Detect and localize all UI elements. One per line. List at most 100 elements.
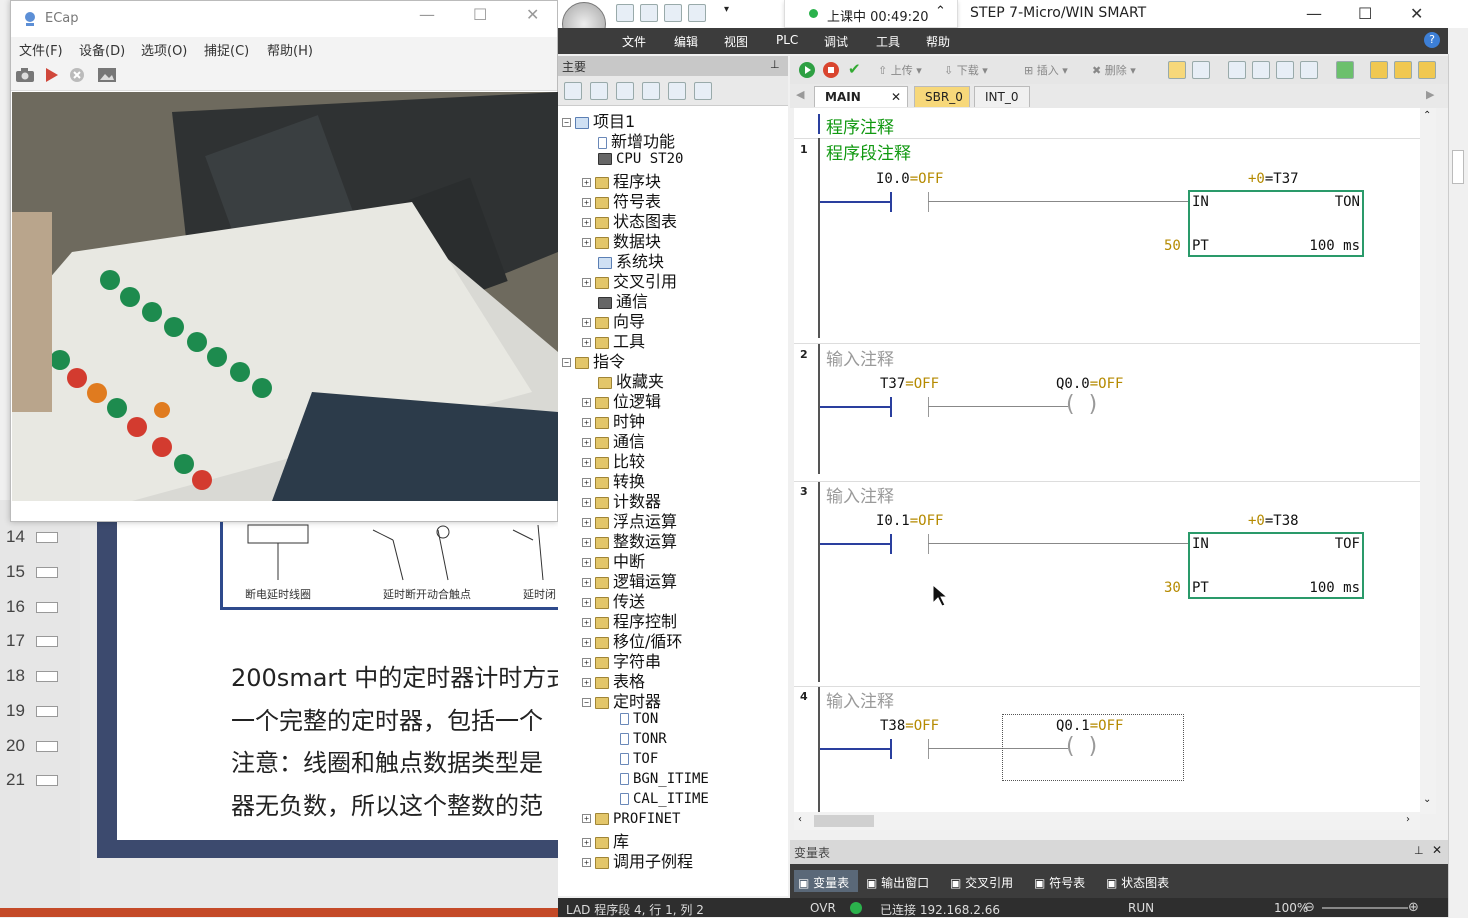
zoom-slider[interactable] bbox=[1322, 907, 1408, 909]
coil-operand[interactable]: Q0.1=OFF bbox=[1056, 718, 1123, 734]
tree-node[interactable]: + 数据块 bbox=[582, 228, 661, 251]
editor-vertical-scrollbar[interactable]: ⌃ ⌄ bbox=[1420, 108, 1436, 814]
toolbar-icon[interactable] bbox=[1418, 61, 1436, 79]
toolbar-icon[interactable] bbox=[1276, 61, 1294, 79]
ton-timer-box[interactable]: IN TON PT 100 ms bbox=[1188, 190, 1364, 257]
tree-node[interactable]: + 通信 bbox=[582, 428, 645, 451]
tree-tool-icon[interactable] bbox=[668, 82, 686, 100]
tree-tool-icon[interactable] bbox=[642, 82, 660, 100]
toolbar-icon[interactable] bbox=[1300, 61, 1318, 79]
slide-thumb[interactable]: 17 bbox=[6, 631, 58, 651]
contact-operand[interactable]: T37=OFF bbox=[880, 376, 939, 392]
tree-node[interactable]: + 向导 bbox=[582, 308, 645, 331]
slide-thumb[interactable]: 19 bbox=[6, 701, 58, 721]
insert-button[interactable]: ⊞ 插入 ▾ bbox=[1024, 62, 1068, 78]
timer-operand[interactable]: +0=T37 bbox=[1248, 171, 1299, 187]
menu-edit[interactable]: 编辑 bbox=[674, 33, 698, 50]
tree-node[interactable]: + 中断 bbox=[582, 548, 645, 571]
editor-horizontal-scrollbar[interactable]: ‹ › bbox=[794, 812, 1420, 830]
tree-node-project[interactable]: − 项目1 bbox=[562, 108, 635, 131]
tree-node[interactable]: + 字符串 bbox=[582, 648, 661, 671]
tree-node[interactable]: + 程序块 bbox=[582, 168, 661, 191]
tree-node[interactable]: 新增功能 bbox=[598, 128, 675, 151]
ladder-editor[interactable]: 程序注释 1 程序段注释 I0.0=OFF +0=T37 IN TON PT 1… bbox=[794, 108, 1420, 814]
tree-node[interactable]: 系统块 bbox=[598, 248, 664, 271]
close-icon[interactable]: ✕ bbox=[526, 5, 539, 24]
minimize-icon[interactable]: — bbox=[1306, 4, 1322, 23]
contact-operand[interactable]: I0.1=OFF bbox=[876, 513, 943, 529]
minimize-icon[interactable]: — bbox=[419, 5, 435, 24]
tab-symbol-table[interactable]: ▣ 符号表 bbox=[1034, 874, 1085, 891]
play-icon[interactable] bbox=[45, 67, 59, 83]
tree-node[interactable]: + 转换 bbox=[582, 468, 645, 491]
stop-icon[interactable] bbox=[822, 61, 840, 79]
tab-output-window[interactable]: ▣ 输出窗口 bbox=[866, 874, 929, 891]
tree-node[interactable]: + 交叉引用 bbox=[582, 268, 677, 291]
menu-options[interactable]: 选项(O) bbox=[141, 40, 187, 59]
scroll-up-icon[interactable]: ⌃ bbox=[1423, 110, 1431, 121]
toolbar-icon[interactable] bbox=[1252, 61, 1270, 79]
tab-cross-reference[interactable]: ▣ 交叉引用 bbox=[950, 874, 1013, 891]
new-file-icon[interactable] bbox=[616, 4, 634, 22]
compile-icon[interactable]: ✔ bbox=[848, 60, 861, 78]
tree-node[interactable]: + 传送 bbox=[582, 588, 645, 611]
scroll-left-icon[interactable]: ‹ bbox=[798, 814, 802, 825]
tree-node[interactable]: + 计数器 bbox=[582, 488, 661, 511]
coil-operand[interactable]: Q0.0=OFF bbox=[1056, 376, 1123, 392]
preset-value[interactable]: 30 bbox=[1164, 580, 1181, 596]
menu-file[interactable]: 文件(F) bbox=[19, 40, 63, 59]
network-comment[interactable]: 输入注释 bbox=[826, 687, 894, 712]
tree-tool-icon[interactable] bbox=[616, 82, 634, 100]
outer-scrollbar[interactable] bbox=[1448, 54, 1468, 917]
tree-leaf[interactable]: TON bbox=[620, 708, 658, 728]
ecap-titlebar[interactable]: ECap — ☐ ✕ bbox=[11, 1, 557, 37]
save-icon[interactable] bbox=[664, 4, 682, 22]
program-comment[interactable]: 程序注释 bbox=[826, 113, 894, 138]
delete-button[interactable]: ✖ 删除 ▾ bbox=[1092, 62, 1136, 78]
tree-leaf[interactable]: BGN_ITIME bbox=[620, 768, 709, 788]
stop-icon[interactable] bbox=[69, 67, 85, 83]
tab-variable-table[interactable]: ▣ 变量表 bbox=[798, 874, 849, 891]
slide-thumb[interactable]: 20 bbox=[6, 736, 58, 756]
zoom-in-icon[interactable]: ⊕ bbox=[1408, 900, 1419, 915]
tab-scroll-left-icon[interactable]: ◀ bbox=[796, 88, 804, 101]
scroll-thumb[interactable] bbox=[1452, 150, 1464, 184]
tree-node[interactable]: + 浮点运算 bbox=[582, 508, 677, 531]
tree-leaf[interactable]: CAL_ITIME bbox=[620, 788, 709, 808]
step7-titlebar[interactable]: ▾ 上课中 00:49:20 ⌃ STEP 7-Micro/WIN SMART … bbox=[558, 0, 1468, 46]
tree-node-instructions[interactable]: − 指令 bbox=[562, 348, 625, 371]
tree-node[interactable]: + 表格 bbox=[582, 668, 645, 691]
pin-icon[interactable]: ⊥ bbox=[770, 58, 780, 71]
chevron-up-icon[interactable]: ⌃ bbox=[935, 4, 946, 19]
contact-operand[interactable]: T38=OFF bbox=[880, 718, 939, 734]
toolbar-icon[interactable] bbox=[1228, 61, 1246, 79]
tree-node-timers[interactable]: − 定时器 bbox=[582, 688, 661, 711]
tree-node[interactable]: + 比较 bbox=[582, 448, 645, 471]
slide-thumb[interactable]: 16 bbox=[6, 597, 58, 617]
scroll-right-icon[interactable]: › bbox=[1406, 814, 1410, 825]
coil-symbol[interactable]: ( ) bbox=[1066, 392, 1097, 417]
menu-capture[interactable]: 捕捉(C) bbox=[204, 40, 249, 59]
close-icon[interactable]: ✕ bbox=[1432, 843, 1442, 857]
preset-value[interactable]: 50 bbox=[1164, 238, 1181, 254]
tree-node[interactable]: + 程序控制 bbox=[582, 608, 677, 631]
tab-sbr0[interactable]: SBR_0 bbox=[914, 86, 970, 107]
tree-node[interactable]: + 状态图表 bbox=[582, 208, 677, 231]
tree-tool-icon[interactable] bbox=[564, 82, 582, 100]
tree-node[interactable]: + 工具 bbox=[582, 328, 645, 351]
contact-operand[interactable]: I0.0=OFF bbox=[876, 171, 943, 187]
tree-node[interactable]: + 符号表 bbox=[582, 188, 661, 211]
tree-node[interactable]: + PROFINET bbox=[582, 808, 680, 828]
menu-view[interactable]: 视图 bbox=[724, 33, 748, 50]
camera-icon[interactable] bbox=[15, 67, 35, 83]
contact-symbol[interactable] bbox=[890, 397, 892, 417]
tab-main[interactable]: MAIN ✕ bbox=[814, 86, 908, 107]
slide-thumb[interactable]: 18 bbox=[6, 666, 58, 686]
coil-symbol[interactable]: ( ) bbox=[1066, 734, 1097, 759]
tree-leaf[interactable]: TONR bbox=[620, 728, 667, 748]
toolbar-icon[interactable] bbox=[1394, 61, 1412, 79]
maximize-icon[interactable]: ☐ bbox=[473, 5, 487, 24]
slide-thumb[interactable]: 14 bbox=[6, 527, 58, 547]
print-icon[interactable] bbox=[688, 4, 706, 22]
menu-help[interactable]: 帮助(H) bbox=[267, 40, 313, 59]
